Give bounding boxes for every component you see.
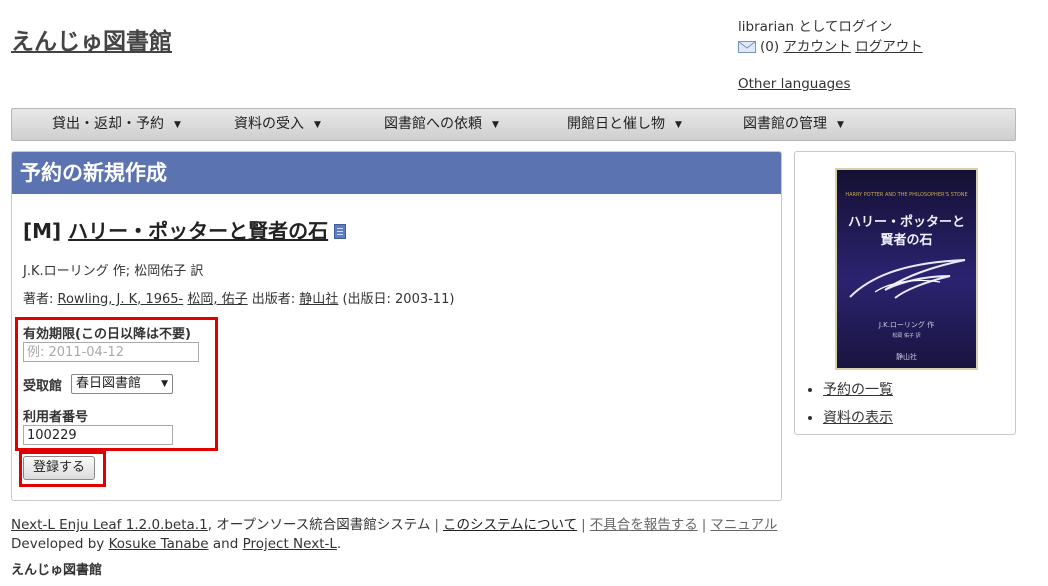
nav-item-events[interactable]: 開館日と催し物 ▼ xyxy=(567,109,682,140)
cover-author: J.K.ローリング 作 xyxy=(878,321,935,329)
caret-down-icon: ▼ xyxy=(492,120,499,130)
nav-label: 図書館の管理 xyxy=(743,116,827,132)
pickup-library-select[interactable]: 春日図書館 ▼ xyxy=(71,374,173,394)
mail-icon[interactable] xyxy=(738,39,756,59)
side-panel: HARRY POTTER AND THE PHILOSOPHER'S STONE… xyxy=(794,151,1016,435)
pickup-library-value: 春日図書館 xyxy=(76,376,142,391)
nav-label: 開館日と催し物 xyxy=(567,116,665,132)
book-title: [M] ハリー・ポッターと賢者の石 xyxy=(23,215,347,244)
account-link[interactable]: アカウント xyxy=(783,39,851,55)
pub-date: (出版日: 2003-11) xyxy=(342,292,455,307)
reservation-list-link[interactable]: 予約の一覧 xyxy=(823,382,893,398)
cover-top-text: HARRY POTTER AND THE PHILOSOPHER'S STONE xyxy=(845,192,968,198)
page-title: 予約の新規作成 xyxy=(12,152,781,194)
about-link[interactable]: このシステムについて xyxy=(443,517,577,533)
report-bug-link[interactable]: 不具合を報告する xyxy=(590,517,698,533)
and-text: and xyxy=(212,536,239,552)
caret-down-icon: ▼ xyxy=(837,120,844,130)
pickup-library-label: 受取館 xyxy=(23,379,63,394)
material-type-badge: [M] xyxy=(23,219,62,243)
project-link[interactable]: Project Next-L xyxy=(243,536,337,552)
developed-by-text: Developed by xyxy=(11,536,105,552)
nav-label: 図書館への依頼 xyxy=(384,116,482,132)
caret-down-icon: ▼ xyxy=(675,120,682,130)
publisher-link[interactable]: 静山社 xyxy=(299,292,338,307)
product-desc: , オープンソース統合図書館システム xyxy=(207,517,431,533)
nav-item-circulation[interactable]: 貸出・返却・予約 ▼ xyxy=(52,109,181,140)
book-icon xyxy=(334,224,347,239)
footer-period: . xyxy=(336,536,342,552)
user-number-input[interactable] xyxy=(23,425,173,445)
creator-label: 著者: xyxy=(23,292,54,307)
statement-of-responsibility: J.K.ローリング 作; 松岡佑子 訳 xyxy=(23,264,204,279)
manual-link[interactable]: マニュアル xyxy=(710,517,777,533)
nav-item-requests[interactable]: 図書館への依頼 ▼ xyxy=(384,109,499,140)
cover-translator: 松岡 佑子 訳 xyxy=(892,333,921,339)
login-status: librarian としてログイン xyxy=(738,19,893,35)
cover-title-line2: 賢者の石 xyxy=(880,233,933,248)
nav-item-admin[interactable]: 図書館の管理 ▼ xyxy=(743,109,844,140)
nav-label: 資料の受入 xyxy=(234,116,304,132)
login-box: librarian としてログイン (0) アカウント ログアウト xyxy=(738,17,923,59)
cover-title-line1: ハリー・ポッターと xyxy=(847,215,965,230)
creator-link-1[interactable]: Rowling, J. K, 1965- xyxy=(58,292,184,307)
nav-item-acquisition[interactable]: 資料の受入 ▼ xyxy=(234,109,321,140)
logout-link[interactable]: ログアウト xyxy=(855,39,923,55)
book-meta: 著者: Rowling, J. K, 1965- 松岡, 佑子 出版者: 静山社… xyxy=(23,288,454,307)
product-link[interactable]: Next-L Enju Leaf 1.2.0.beta.1 xyxy=(11,517,208,533)
site-title-link[interactable]: えんじゅ図書館 xyxy=(11,22,172,56)
list-item: 資料の表示 xyxy=(823,404,893,432)
book-title-link[interactable]: ハリー・ポッターと賢者の石 xyxy=(68,219,328,243)
message-count: (0) xyxy=(760,39,780,55)
developer-link[interactable]: Kosuke Tanabe xyxy=(109,536,209,552)
cover-swirl-graphic xyxy=(849,259,966,299)
dropdown-arrow-icon: ▼ xyxy=(161,379,168,389)
main-panel: 予約の新規作成 [M] ハリー・ポッターと賢者の石 J.K.ローリング 作; 松… xyxy=(11,151,782,501)
user-number-label: 利用者番号 xyxy=(23,410,89,425)
expiry-date-input[interactable] xyxy=(23,342,199,362)
book-cover-image: HARRY POTTER AND THE PHILOSOPHER'S STONE… xyxy=(835,168,978,370)
creator-link-2[interactable]: 松岡, 佑子 xyxy=(187,292,247,307)
show-material-link[interactable]: 資料の表示 xyxy=(823,410,893,426)
side-links: 予約の一覧 資料の表示 xyxy=(807,376,893,432)
submit-button[interactable]: 登録する xyxy=(23,456,95,480)
cover-publisher: 静山社 xyxy=(896,353,917,361)
caret-down-icon: ▼ xyxy=(174,120,181,130)
other-languages-link[interactable]: Other languages xyxy=(738,76,851,92)
nav-label: 貸出・返却・予約 xyxy=(52,116,164,132)
publisher-label: 出版者: xyxy=(251,292,296,307)
list-item: 予約の一覧 xyxy=(823,376,893,404)
expiry-label: 有効期限(この日以降は不要) xyxy=(23,327,191,342)
footer-library-name: えんじゅ図書館 xyxy=(11,563,103,578)
main-navbar: 貸出・返却・予約 ▼ 資料の受入 ▼ 図書館への依頼 ▼ 開館日と催し物 ▼ 図書館の管… xyxy=(11,108,1016,141)
caret-down-icon: ▼ xyxy=(314,120,321,130)
footer: Next-L Enju Leaf 1.2.0.beta.1, オープンソース統合… xyxy=(11,517,778,552)
